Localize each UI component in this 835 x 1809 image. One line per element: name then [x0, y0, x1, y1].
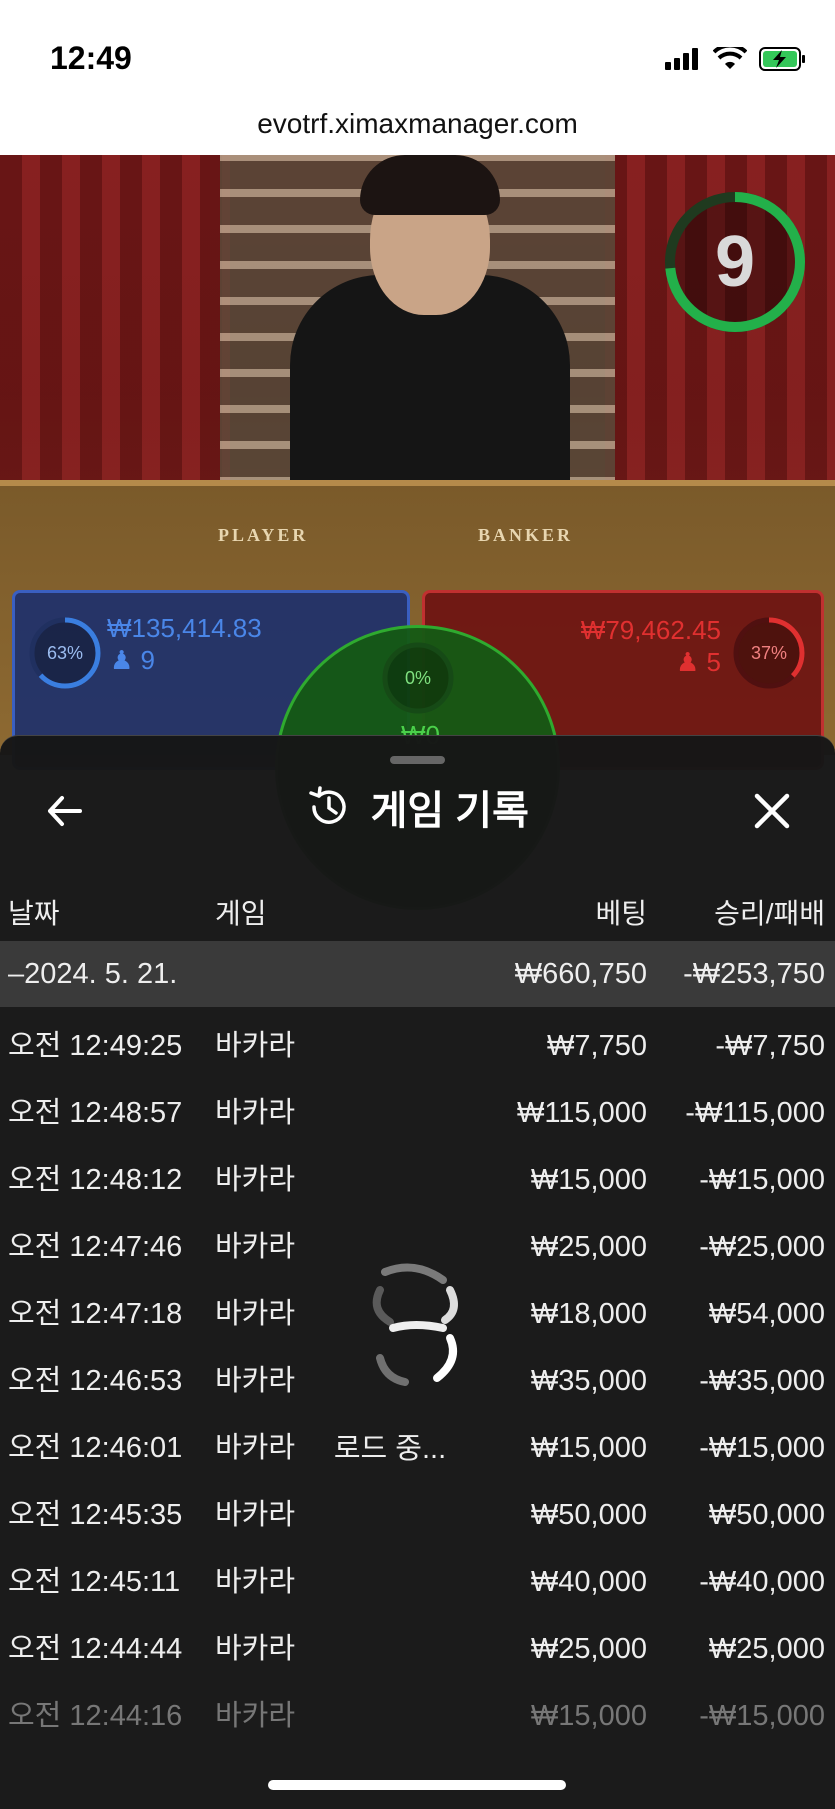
row-bet: ₩25,000: [530, 1231, 647, 1263]
row-result: ₩50,000: [708, 1499, 825, 1531]
row-time: 오전 12:45:35: [8, 1499, 183, 1531]
sheet-header: 게임 기록: [0, 778, 835, 836]
column-game: 게임: [215, 898, 267, 929]
dealer-hair: [360, 155, 500, 215]
row-bet: ₩7,750: [547, 1030, 647, 1062]
row-bet: ₩25,000: [530, 1633, 647, 1665]
row-result: ₩25,000: [708, 1633, 825, 1665]
tie-percent: 0%: [404, 668, 431, 688]
player-count-wrap: ♟ 9: [110, 645, 155, 676]
row-time: 오전 12:47:18: [8, 1298, 183, 1330]
row-result: -₩25,000: [699, 1231, 825, 1263]
wifi-icon: [713, 47, 747, 69]
player-count: 9: [140, 645, 156, 675]
status-icons: [665, 46, 807, 72]
banker-count-wrap: ♟ 5: [676, 647, 721, 678]
player-percent: 63%: [46, 643, 84, 663]
row-game: 바카라: [215, 1499, 296, 1531]
row-game: 바카라: [215, 1030, 296, 1062]
curtain-left: [0, 155, 230, 485]
status-bar: 12:49: [0, 0, 835, 100]
loading-text: 로드 중...: [333, 1433, 447, 1465]
row-time: 오전 12:48:57: [8, 1097, 183, 1129]
row-game: 바카라: [215, 1700, 296, 1732]
cellular-signal-icon: [665, 48, 698, 70]
row-time: 오전 12:49:25: [8, 1030, 183, 1062]
table-row[interactable]: 오전 12:45:11 바카라 ₩40,000 -₩40,000: [0, 1549, 835, 1615]
close-icon[interactable]: [747, 786, 797, 836]
row-game: 바카라: [215, 1164, 296, 1196]
row-result: -₩15,000: [699, 1164, 825, 1196]
table-row[interactable]: 오전 12:44:44 바카라 ₩25,000 ₩25,000: [0, 1616, 835, 1682]
row-time: 오전 12:46:53: [8, 1365, 183, 1397]
row-result: -₩15,000: [699, 1700, 825, 1732]
summary-bet: ₩660,750: [514, 958, 647, 990]
countdown-timer: 9: [660, 187, 810, 337]
row-bet: ₩40,000: [530, 1566, 647, 1598]
date-summary-row[interactable]: –2024. 5. 21. ₩660,750 -₩253,750: [0, 941, 835, 1007]
row-result: -₩7,750: [715, 1030, 825, 1062]
row-time: 오전 12:45:11: [8, 1566, 181, 1598]
table-row[interactable]: 오전 12:49:25 바카라 ₩7,750 -₩7,750: [0, 1013, 835, 1079]
sheet-grabber[interactable]: [390, 756, 445, 764]
row-bet: ₩15,000: [530, 1700, 647, 1732]
home-indicator[interactable]: [268, 1780, 566, 1790]
column-result: 승리/패배: [714, 898, 825, 929]
summary-result: -₩253,750: [683, 958, 825, 990]
history-icon: [309, 786, 346, 824]
banker-percent: 37%: [750, 643, 788, 663]
table-row[interactable]: 오전 12:48:12 바카라 ₩15,000 -₩15,000: [0, 1147, 835, 1213]
column-bet: 베팅: [595, 898, 647, 929]
table-row[interactable]: 오전 12:45:35 바카라 ₩50,000 ₩50,000: [0, 1482, 835, 1548]
url-bar[interactable]: evotrf.ximaxmanager.com: [0, 108, 835, 140]
row-time: 오전 12:44:44: [8, 1633, 183, 1665]
row-result: -₩15,000: [699, 1432, 825, 1464]
table-label-banker: BANKER: [478, 525, 574, 545]
row-time: 오전 12:47:46: [8, 1231, 183, 1263]
row-game: 바카라: [215, 1633, 296, 1665]
player-amount: ₩135,414.83: [107, 613, 262, 643]
person-icon: ♟: [110, 645, 134, 675]
row-bet: ₩15,000: [530, 1432, 647, 1464]
timer-value: 9: [714, 222, 756, 302]
row-result: -₩115,000: [685, 1097, 825, 1129]
summary-date: –2024. 5. 21.: [8, 958, 178, 990]
status-time: 12:49: [50, 40, 132, 76]
row-game: 바카라: [215, 1231, 296, 1263]
table-edge: [0, 480, 835, 486]
row-bet: ₩18,000: [530, 1298, 647, 1330]
table-header: 날짜 게임 베팅 승리/패배: [0, 876, 835, 936]
column-date: 날짜: [8, 898, 60, 929]
row-time: 오전 12:44:16: [8, 1700, 183, 1732]
row-time: 오전 12:48:12: [8, 1164, 183, 1196]
row-result: -₩35,000: [699, 1365, 825, 1397]
row-bet: ₩35,000: [530, 1365, 647, 1397]
row-result: ₩54,000: [708, 1298, 825, 1330]
row-game: 바카라: [215, 1566, 296, 1598]
table-row[interactable]: 오전 12:48:57 바카라 ₩115,000 -₩115,000: [0, 1080, 835, 1146]
row-time: 오전 12:46:01: [8, 1432, 183, 1464]
row-game: 바카라: [215, 1365, 296, 1397]
row-bet: ₩115,000: [516, 1097, 647, 1129]
row-game: 바카라: [215, 1432, 296, 1464]
battery-charging-icon: [759, 47, 805, 71]
table-row[interactable]: 오전 12:44:16 바카라 ₩15,000 -₩15,000: [0, 1683, 835, 1749]
banker-count: 5: [706, 647, 721, 677]
row-bet: ₩50,000: [530, 1499, 647, 1531]
banker-amount: ₩79,462.45: [580, 615, 721, 645]
sheet-title: 게임 기록: [370, 789, 529, 833]
row-game: 바카라: [215, 1298, 296, 1330]
row-bet: ₩15,000: [530, 1164, 647, 1196]
loading-spinner-icon: [372, 1263, 458, 1386]
table-label-player: PLAYER: [218, 525, 309, 545]
row-game: 바카라: [215, 1097, 296, 1129]
person-icon: ♟: [675, 647, 700, 677]
row-result: -₩40,000: [699, 1566, 825, 1598]
